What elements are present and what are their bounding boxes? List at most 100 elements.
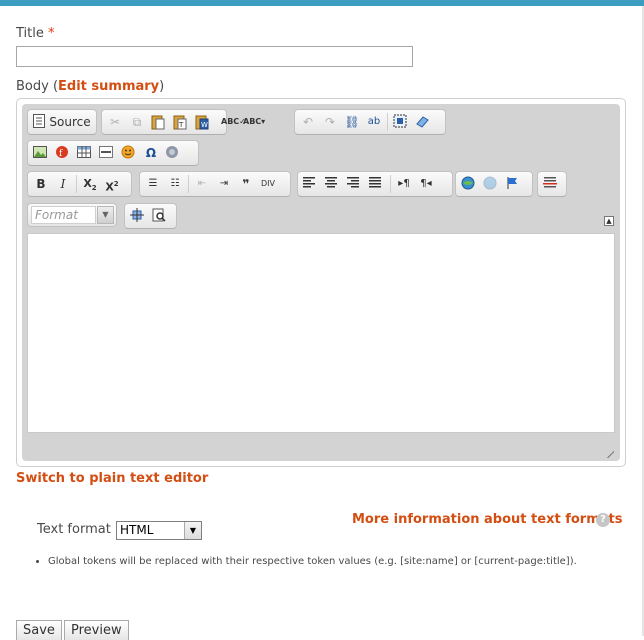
align-right-button[interactable] [344,173,366,195]
switch-to-plain-text-link[interactable]: Switch to plain text editor [16,471,208,486]
remove-format-button[interactable] [412,111,434,133]
collapse-toolbar-button[interactable]: ▲ [604,216,614,226]
iframe-icon [165,145,181,161]
superscript-button[interactable]: X2 [101,173,123,195]
required-marker: * [48,26,55,41]
editor-content-area[interactable] [27,233,615,433]
spellcheck-icon: ABC✓ [221,117,246,126]
chevron-down-icon[interactable]: ▼ [97,206,114,224]
redo-button[interactable]: ↷ [319,111,341,133]
save-button[interactable]: Save [16,620,62,640]
body-label-suffix: ) [159,79,165,94]
format-combo[interactable]: Format ▼ [27,203,117,227]
toolbar-separator [387,113,388,131]
source-button[interactable]: Source [30,111,94,133]
text-format-select[interactable]: HTML ▼ [116,521,202,540]
maximize-button[interactable] [127,205,149,227]
align-right-icon [347,176,363,192]
div-icon: DIV [261,179,275,188]
paste-button[interactable] [148,111,170,133]
align-center-button[interactable] [322,173,344,195]
body-label: Body (Edit summary) [16,79,164,94]
preview-button[interactable]: Preview [64,620,129,640]
undo-button[interactable]: ↶ [297,111,319,133]
smiley-icon [121,145,137,161]
select-all-icon [393,114,409,130]
subscript-button[interactable]: X2 [79,173,101,195]
paste-icon [151,114,167,130]
ltr-button[interactable]: ▸¶ [393,173,415,195]
special-char-button[interactable]: Ω [140,142,162,164]
find-button[interactable]: ⛓ [341,111,363,133]
unlink-button[interactable] [480,173,502,195]
div-button[interactable]: DIV [257,173,279,195]
blockquote-button[interactable]: ❞ [235,173,257,195]
outdent-icon: ⇤ [197,178,207,189]
source-icon [33,114,46,130]
table-icon [77,145,93,161]
toolbar-group-paragraph: ☰ ☷ ⇤ ⇥ ❞ DIV [139,171,291,197]
select-all-button[interactable] [390,111,412,133]
toolbar-separator [390,175,391,193]
svg-text:W: W [201,121,208,129]
copy-button[interactable]: ⧉ [126,111,148,133]
source-label: Source [49,115,91,129]
align-left-icon [303,176,319,192]
spellcheck-button[interactable]: ABC✓ [218,111,246,133]
subscript-icon: X2 [83,177,97,193]
paste-word-icon: W [195,114,211,130]
more-info-text-formats-link[interactable]: More information about text formats [352,512,622,527]
paste-word-button[interactable]: W [192,111,214,133]
text-format-tips: Global tokens will be replaced with thei… [34,556,577,567]
table-button[interactable] [74,142,96,164]
cut-icon: ✂ [109,115,121,129]
find-icon: ⛓ [344,115,360,129]
top-accent-bar [0,0,644,6]
replace-button[interactable]: ab [363,111,385,133]
paste-text-button[interactable]: T [170,111,192,133]
anchor-button[interactable] [502,173,524,195]
image-icon [33,145,49,161]
help-icon[interactable]: ? [596,513,610,527]
toolbar-separator [76,175,77,193]
toolbar-group-edit: ↶ ↷ ⛓ ab [294,109,446,135]
redo-icon: ↷ [324,115,336,129]
indent-button[interactable]: ⇥ [213,173,235,195]
image-button[interactable] [30,142,52,164]
indent-icon: ⇥ [219,178,229,189]
toolbar-separator [188,175,189,193]
title-label: Title * [16,26,55,41]
link-button[interactable] [458,173,480,195]
title-input[interactable] [16,46,413,67]
smiley-button[interactable] [118,142,140,164]
format-select[interactable]: Format [31,206,96,224]
chevron-down-icon: ▼ [184,522,201,539]
numbered-list-button[interactable]: ☰ [142,173,164,195]
flash-button[interactable]: f [52,142,74,164]
justify-button[interactable] [366,173,388,195]
bulleted-list-icon: ☷ [170,178,180,189]
toolbar-group-pagebreak [537,171,567,197]
rtl-icon: ¶◂ [420,178,432,189]
unlink-icon [483,176,499,192]
italic-button[interactable]: I [52,173,74,195]
replace-icon: ab [367,116,381,127]
numbered-list-icon: ☰ [148,178,158,189]
align-left-button[interactable] [300,173,322,195]
special-char-icon: Ω [145,146,157,160]
edit-summary-link[interactable]: Edit summary [58,79,159,94]
outdent-button[interactable]: ⇤ [191,173,213,195]
bold-button[interactable]: B [30,173,52,195]
bulleted-list-button[interactable]: ☷ [164,173,186,195]
page-break-button[interactable] [540,173,562,195]
horizontal-rule-button[interactable] [96,142,118,164]
scayt-button[interactable]: ABC▾ [240,111,265,133]
rtl-button[interactable]: ¶◂ [415,173,437,195]
show-blocks-button[interactable] [149,205,171,227]
cut-button[interactable]: ✂ [104,111,126,133]
iframe-button[interactable] [162,142,184,164]
page-break-icon [543,176,559,192]
toolbar-group-basic-styles: B I X2 X2 [27,171,132,197]
flash-icon: f [55,145,71,161]
toolbar-group-links [455,171,533,197]
